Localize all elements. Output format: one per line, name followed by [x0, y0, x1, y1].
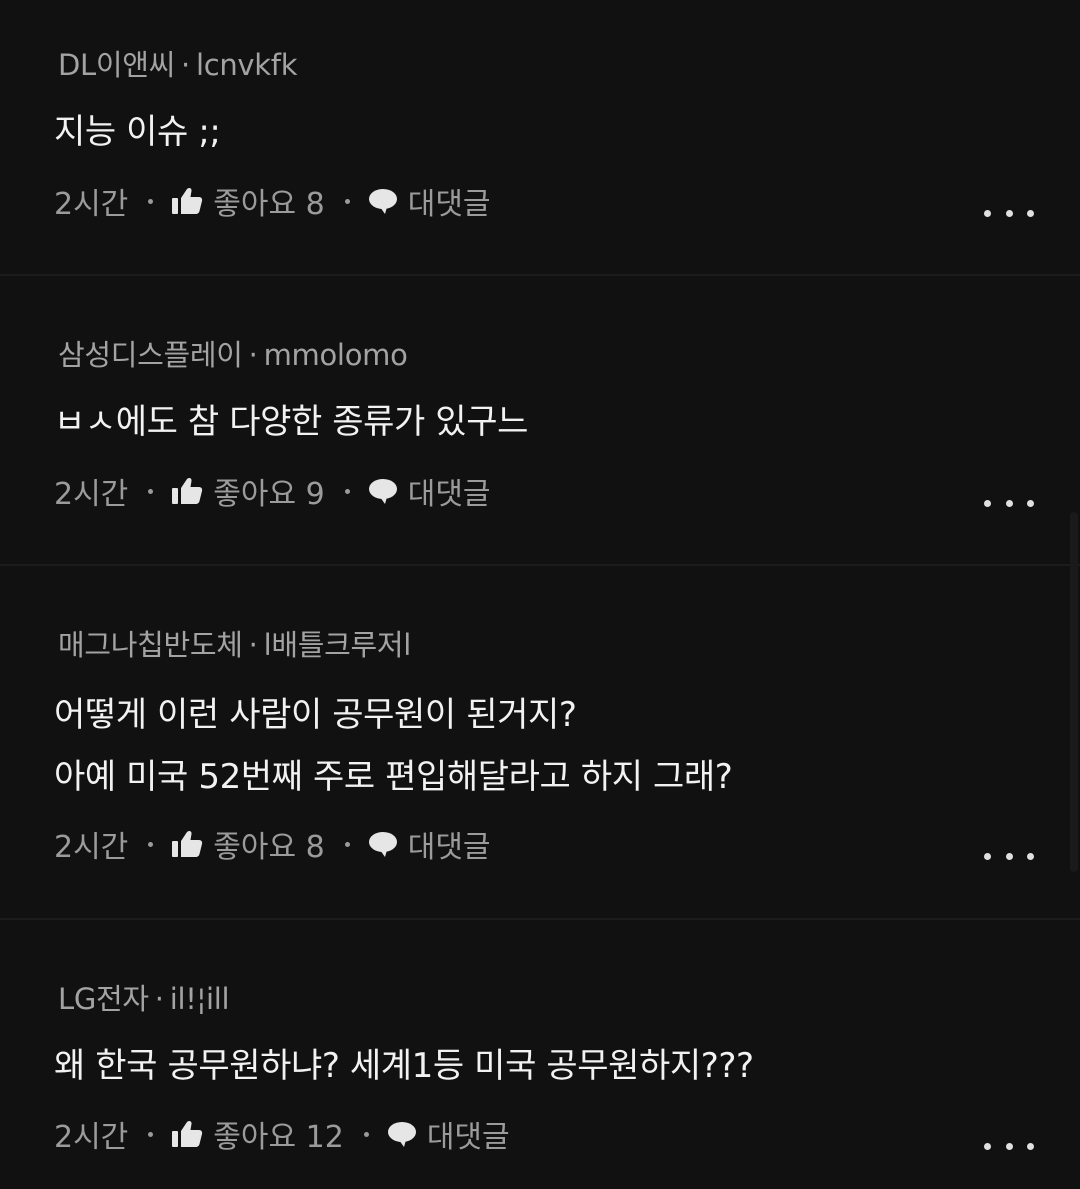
comment-time: 2시간	[54, 830, 129, 865]
scrollbar-thumb[interactable]	[1070, 512, 1078, 872]
thumbs-up-icon	[171, 1120, 203, 1148]
comment-item: DL이앤씨 · lcnvkfk 지능 이슈 ;; 2시간 좋아요 8 대댓글	[0, 0, 1080, 274]
reply-button[interactable]: 대댓글	[368, 179, 491, 223]
speech-bubble-icon	[368, 477, 398, 505]
more-options-button[interactable]	[984, 200, 1034, 226]
comment-author[interactable]: LG전자 · il!¦ill	[58, 976, 230, 1018]
like-count: 좋아요 9	[213, 477, 325, 512]
author-username: l배틀크루저l	[263, 628, 412, 662]
more-dot	[1005, 1142, 1013, 1150]
comment-author[interactable]: 매그나칩반도체 · l배틀크루저l	[58, 622, 411, 664]
more-dot	[1005, 499, 1013, 507]
more-dot	[1027, 499, 1034, 507]
more-dots-icon	[984, 209, 991, 217]
comment-body-line: 어떻게 이런 사람이 공무원이 된거지?	[54, 695, 577, 735]
reply-label: 대댓글	[407, 187, 491, 222]
more-dot	[1027, 209, 1034, 217]
meta-dot	[148, 841, 154, 847]
meta-dot	[344, 488, 350, 494]
author-username: il!¦ill	[169, 982, 230, 1016]
comment-item: LG전자 · il!¦ill 왜 한국 공무원하냐? 세계1등 미국 공무원하지??…	[0, 920, 1080, 1189]
meta-dot	[344, 841, 350, 847]
reply-label: 대댓글	[407, 830, 491, 865]
comment-body: 지능 이슈 ;;	[54, 104, 221, 153]
more-dots-icon	[984, 499, 991, 507]
author-company: 삼성디스플레이	[58, 338, 243, 372]
meta-dot	[148, 1131, 154, 1137]
comment-list: DL이앤씨 · lcnvkfk 지능 이슈 ;; 2시간 좋아요 8 대댓글 삼…	[0, 0, 1080, 1189]
speech-bubble-icon	[368, 830, 398, 858]
more-dots-icon	[984, 852, 991, 860]
comment-body-line: 왜 한국 공무원하냐? 세계1등 미국 공무원하지???	[54, 1046, 754, 1086]
like-button[interactable]: 좋아요 8	[171, 822, 325, 866]
more-dot	[1027, 852, 1034, 860]
more-options-button[interactable]	[984, 490, 1034, 516]
author-username: mmolomo	[263, 338, 408, 372]
like-button[interactable]: 좋아요 9	[171, 469, 325, 513]
author-company: DL이앤씨	[58, 48, 176, 82]
reply-label: 대댓글	[426, 1120, 510, 1155]
like-count: 좋아요 8	[213, 830, 325, 865]
reply-label: 대댓글	[407, 477, 491, 512]
comment-body: ㅂㅅ에도 참 다양한 종류가 있구느	[54, 394, 528, 443]
meta-dot	[148, 488, 154, 494]
meta-dot	[363, 1131, 369, 1137]
author-username: lcnvkfk	[195, 48, 298, 82]
comment-body-line: ㅂㅅ에도 참 다양한 종류가 있구느	[54, 402, 528, 442]
more-options-button[interactable]	[984, 1133, 1034, 1159]
author-company: LG전자	[58, 982, 149, 1016]
like-count: 좋아요 12	[213, 1120, 344, 1155]
comment-time: 2시간	[54, 187, 129, 222]
speech-bubble-icon	[387, 1120, 417, 1148]
like-button[interactable]: 좋아요 8	[171, 179, 325, 223]
reply-button[interactable]: 대댓글	[368, 822, 491, 866]
comment-time: 2시간	[54, 1120, 129, 1155]
like-button[interactable]: 좋아요 12	[171, 1112, 344, 1156]
author-separator: ·	[248, 338, 258, 372]
more-options-button[interactable]	[984, 843, 1034, 869]
comment-meta: 2시간 좋아요 9 대댓글	[54, 469, 491, 513]
comment-item: 삼성디스플레이 · mmolomo ㅂㅅ에도 참 다양한 종류가 있구느 2시간 좋…	[0, 276, 1080, 564]
comment-body: 어떻게 이런 사람이 공무원이 된거지? 아예 미국 52번째 주로 편입해달라…	[54, 684, 733, 808]
more-dot	[1027, 1142, 1034, 1150]
thumbs-up-icon	[171, 830, 203, 858]
comment-body: 왜 한국 공무원하냐? 세계1등 미국 공무원하지???	[54, 1038, 754, 1087]
comment-body-line: 지능 이슈 ;;	[54, 112, 221, 152]
thumbs-up-icon	[171, 477, 203, 505]
reply-button[interactable]: 대댓글	[387, 1112, 510, 1156]
comment-author[interactable]: 삼성디스플레이 · mmolomo	[58, 332, 408, 374]
like-count: 좋아요 8	[213, 187, 325, 222]
comment-meta: 2시간 좋아요 12 대댓글	[54, 1112, 510, 1156]
meta-dot	[148, 198, 154, 204]
comment-time: 2시간	[54, 477, 129, 512]
author-separator: ·	[248, 628, 258, 662]
more-dot	[1005, 209, 1013, 217]
comment-body-line: 아예 미국 52번째 주로 편입해달라고 하지 그래?	[54, 757, 733, 797]
comment-author[interactable]: DL이앤씨 · lcnvkfk	[58, 42, 298, 84]
comment-meta: 2시간 좋아요 8 대댓글	[54, 179, 491, 223]
thumbs-up-icon	[171, 187, 203, 215]
more-dots-icon	[984, 1142, 991, 1150]
author-company: 매그나칩반도체	[58, 628, 243, 662]
comment-item: 매그나칩반도체 · l배틀크루저l 어떻게 이런 사람이 공무원이 된거지? 아예 …	[0, 566, 1080, 918]
meta-dot	[344, 198, 350, 204]
speech-bubble-icon	[368, 187, 398, 215]
more-dot	[1005, 852, 1013, 860]
reply-button[interactable]: 대댓글	[368, 469, 491, 513]
author-separator: ·	[181, 48, 190, 82]
author-separator: ·	[154, 982, 164, 1016]
comment-meta: 2시간 좋아요 8 대댓글	[54, 822, 491, 866]
